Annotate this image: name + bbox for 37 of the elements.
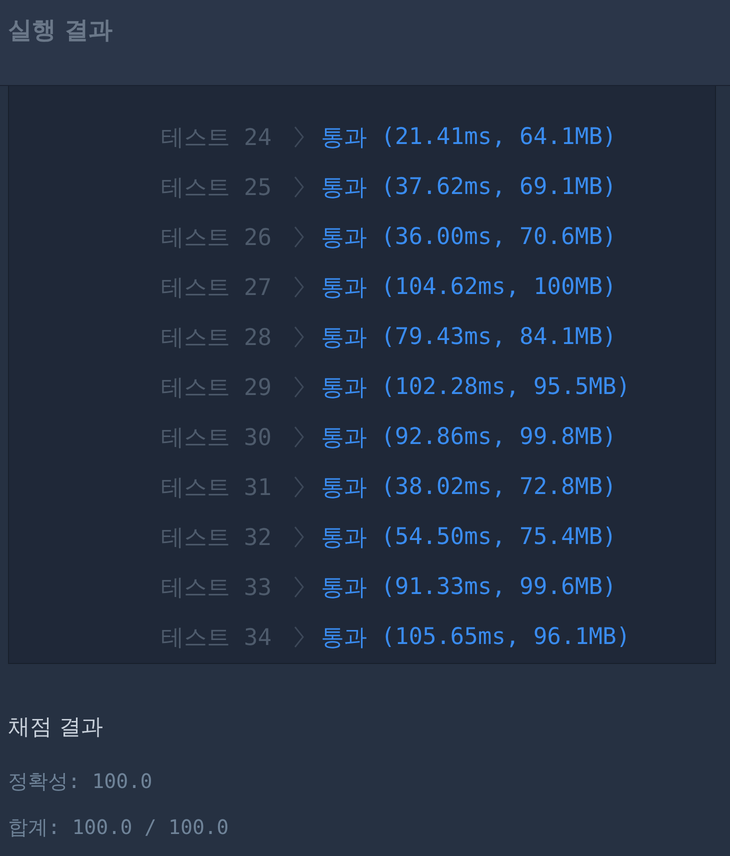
chevron-icon — [293, 425, 305, 449]
chevron-icon — [293, 625, 305, 649]
score-line: 정확성: 100.0 — [8, 768, 154, 795]
result-detail: (92.86ms, 99.8MB) — [381, 424, 616, 450]
chevron-icon — [293, 325, 305, 349]
status-text: 통과 — [321, 524, 367, 552]
chevron-icon — [293, 575, 305, 599]
status-text: 통과 — [321, 124, 367, 152]
grading-title: 채점 결과 — [8, 714, 104, 742]
status-text: 통과 — [321, 374, 367, 402]
status-text: 통과 — [321, 424, 367, 452]
result-detail: (38.02ms, 72.8MB) — [381, 474, 616, 500]
chevron-icon — [293, 475, 305, 499]
chevron-icon — [293, 525, 305, 549]
result-detail: (91.33ms, 99.6MB) — [381, 574, 616, 600]
result-detail: (105.65ms, 96.1MB) — [381, 624, 630, 650]
status-text: 통과 — [321, 574, 367, 602]
chevron-icon — [293, 375, 305, 399]
section-title: 실행 결과 — [8, 15, 114, 46]
result-detail: (104.62ms, 100MB) — [381, 274, 616, 300]
result-detail: (37.62ms, 69.1MB) — [381, 174, 616, 200]
chevron-icon — [293, 125, 305, 149]
status-text: 통과 — [321, 174, 367, 202]
result-detail: (21.41ms, 64.1MB) — [381, 124, 616, 150]
status-text: 통과 — [321, 474, 367, 502]
status-text: 통과 — [321, 274, 367, 302]
result-detail: (54.50ms, 75.4MB) — [381, 524, 616, 550]
score-line: 합계: 100.0 / 100.0 — [8, 814, 230, 841]
status-text: 통과 — [321, 224, 367, 252]
result-detail: (79.43ms, 84.1MB) — [381, 324, 616, 350]
chevron-icon — [293, 175, 305, 199]
chevron-icon — [293, 275, 305, 299]
result-detail: (36.00ms, 70.6MB) — [381, 224, 616, 250]
status-text: 통과 — [321, 624, 367, 652]
result-detail: (102.28ms, 95.5MB) — [381, 374, 630, 400]
chevron-icon — [293, 225, 305, 249]
status-text: 통과 — [321, 324, 367, 352]
